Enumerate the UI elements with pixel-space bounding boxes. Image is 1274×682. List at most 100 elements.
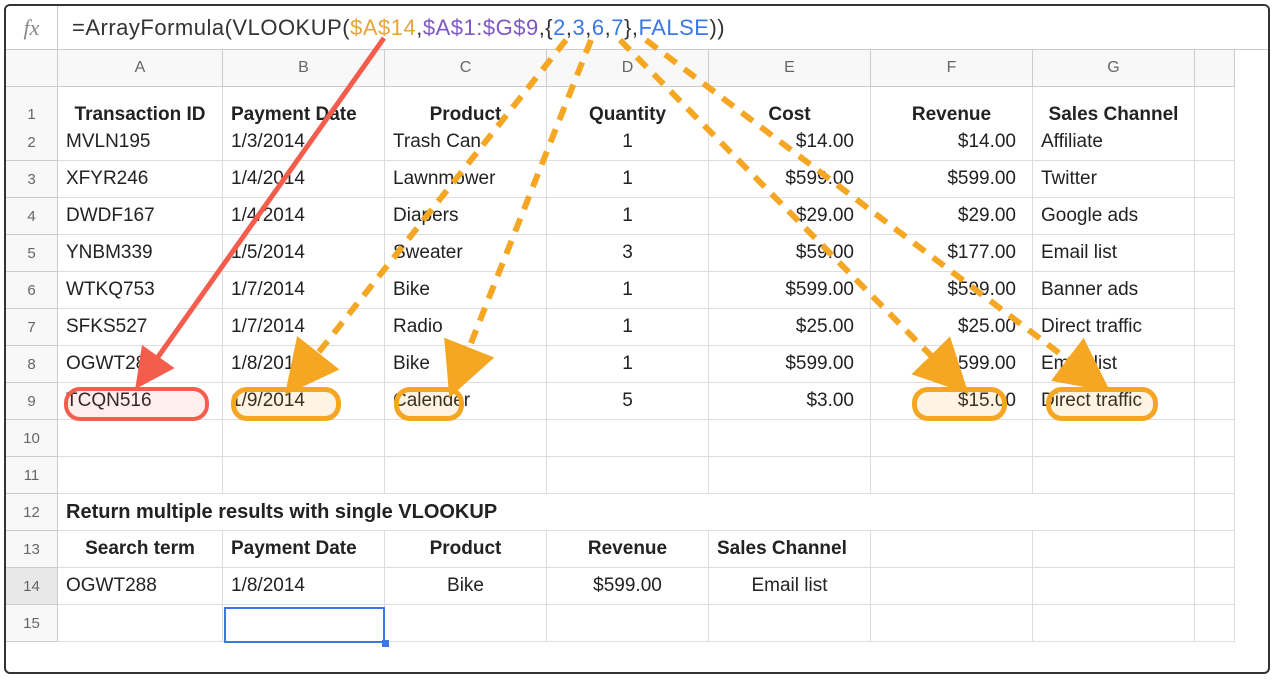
col-head-F[interactable]: F	[871, 50, 1033, 87]
row-head-5[interactable]: 5	[6, 235, 58, 272]
cell-blank[interactable]	[1195, 383, 1235, 420]
row-head-9[interactable]: 9	[6, 383, 58, 420]
cell-D10[interactable]	[547, 420, 709, 457]
cell-E10[interactable]	[709, 420, 871, 457]
cell-C7[interactable]: Radio	[385, 309, 547, 346]
cell-F4[interactable]: $29.00	[871, 198, 1033, 235]
cell-C6[interactable]: Bike	[385, 272, 547, 309]
cell-C3[interactable]: Lawnmower	[385, 161, 547, 198]
cell-B8[interactable]: 1/8/2014	[223, 346, 385, 383]
row-head-7[interactable]: 7	[6, 309, 58, 346]
cell-B5[interactable]: 1/5/2014	[223, 235, 385, 272]
cell-B6[interactable]: 1/7/2014	[223, 272, 385, 309]
cell-G10[interactable]	[1033, 420, 1195, 457]
cell-G13[interactable]	[1033, 531, 1195, 568]
cell-A15[interactable]	[58, 605, 223, 642]
cell-E4[interactable]: $29.00	[709, 198, 871, 235]
cell-B10[interactable]	[223, 420, 385, 457]
col-head-B[interactable]: B	[223, 50, 385, 87]
cell-F5[interactable]: $177.00	[871, 235, 1033, 272]
cell-B14-selected[interactable]: 1/8/2014	[223, 568, 385, 605]
cell-B4[interactable]: 1/4/2014	[223, 198, 385, 235]
section-title[interactable]: Return multiple results with single VLOO…	[58, 494, 1195, 531]
cell-B2[interactable]: 1/3/2014	[223, 124, 385, 161]
cell-A7[interactable]: SFKS527	[58, 309, 223, 346]
row-head-6[interactable]: 6	[6, 272, 58, 309]
label-revenue[interactable]: Revenue	[547, 531, 709, 568]
cell-F2[interactable]: $14.00	[871, 124, 1033, 161]
cell-E15[interactable]	[709, 605, 871, 642]
row-head-2[interactable]: 2	[6, 124, 58, 161]
spreadsheet-grid[interactable]: A B C D E F G 1 Transaction ID Payment D…	[6, 50, 1268, 642]
col-head-E[interactable]: E	[709, 50, 871, 87]
cell-G11[interactable]	[1033, 457, 1195, 494]
cell-blank[interactable]	[1195, 420, 1235, 457]
row-head-10[interactable]: 10	[6, 420, 58, 457]
row-head-14[interactable]: 14	[6, 568, 58, 605]
label-payment-date[interactable]: Payment Date	[223, 531, 385, 568]
cell-blank[interactable]	[1195, 161, 1235, 198]
cell-G14[interactable]	[1033, 568, 1195, 605]
cell-E3[interactable]: $599.00	[709, 161, 871, 198]
row-head-4[interactable]: 4	[6, 198, 58, 235]
cell-F13[interactable]	[871, 531, 1033, 568]
cell-A9[interactable]: TCQN516	[58, 383, 223, 420]
col-head-G[interactable]: G	[1033, 50, 1195, 87]
cell-C2[interactable]: Trash Can	[385, 124, 547, 161]
cell-blank[interactable]	[1195, 494, 1235, 531]
cell-E5[interactable]: $59.00	[709, 235, 871, 272]
row-head-8[interactable]: 8	[6, 346, 58, 383]
cell-A8[interactable]: OGWT288	[58, 346, 223, 383]
cell-C9[interactable]: Calender	[385, 383, 547, 420]
cell-G8[interactable]: Email list	[1033, 346, 1195, 383]
cell-E14[interactable]: Email list	[709, 568, 871, 605]
cell-D9[interactable]: 5	[547, 383, 709, 420]
cell-G2[interactable]: Affiliate	[1033, 124, 1195, 161]
cell-F10[interactable]	[871, 420, 1033, 457]
cell-blank[interactable]	[1195, 531, 1235, 568]
cell-blank[interactable]	[1195, 457, 1235, 494]
cell-C8[interactable]: Bike	[385, 346, 547, 383]
cell-blank[interactable]	[1195, 198, 1235, 235]
cell-E9[interactable]: $3.00	[709, 383, 871, 420]
row-head-13[interactable]: 13	[6, 531, 58, 568]
row-head-15[interactable]: 15	[6, 605, 58, 642]
cell-D14[interactable]: $599.00	[547, 568, 709, 605]
cell-E2[interactable]: $14.00	[709, 124, 871, 161]
col-head-A[interactable]: A	[58, 50, 223, 87]
cell-blank[interactable]	[1195, 124, 1235, 161]
cell-D11[interactable]	[547, 457, 709, 494]
cell-E8[interactable]: $599.00	[709, 346, 871, 383]
cell-B3[interactable]: 1/4/2014	[223, 161, 385, 198]
cell-D7[interactable]: 1	[547, 309, 709, 346]
cell-A11[interactable]	[58, 457, 223, 494]
cell-G6[interactable]: Banner ads	[1033, 272, 1195, 309]
cell-B15[interactable]	[223, 605, 385, 642]
cell-blank[interactable]	[1195, 605, 1235, 642]
cell-F6[interactable]: $599.00	[871, 272, 1033, 309]
cell-B11[interactable]	[223, 457, 385, 494]
cell-G3[interactable]: Twitter	[1033, 161, 1195, 198]
col-head-C[interactable]: C	[385, 50, 547, 87]
row-head-3[interactable]: 3	[6, 161, 58, 198]
cell-D6[interactable]: 1	[547, 272, 709, 309]
cell-D4[interactable]: 1	[547, 198, 709, 235]
cell-F11[interactable]	[871, 457, 1033, 494]
label-product[interactable]: Product	[385, 531, 547, 568]
cell-C15[interactable]	[385, 605, 547, 642]
cell-A10[interactable]	[58, 420, 223, 457]
cell-D3[interactable]: 1	[547, 161, 709, 198]
cell-A4[interactable]: DWDF167	[58, 198, 223, 235]
cell-E11[interactable]	[709, 457, 871, 494]
row-head-11[interactable]: 11	[6, 457, 58, 494]
cell-G5[interactable]: Email list	[1033, 235, 1195, 272]
label-sales-channel[interactable]: Sales Channel	[709, 531, 871, 568]
cell-D8[interactable]: 1	[547, 346, 709, 383]
row-head-12[interactable]: 12	[6, 494, 58, 531]
cell-A6[interactable]: WTKQ753	[58, 272, 223, 309]
cell-B9[interactable]: 1/9/2014	[223, 383, 385, 420]
col-head-extra[interactable]	[1195, 50, 1235, 87]
cell-F9[interactable]: $15.00	[871, 383, 1033, 420]
cell-G4[interactable]: Google ads	[1033, 198, 1195, 235]
col-head-D[interactable]: D	[547, 50, 709, 87]
